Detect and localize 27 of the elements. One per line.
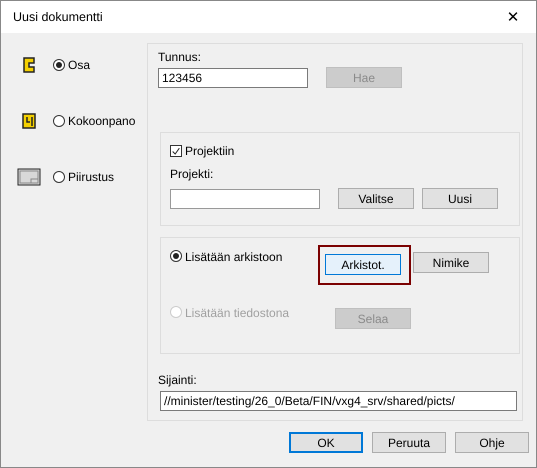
input-field[interactable]: 123456 xyxy=(158,68,308,88)
radio-label: Lisätään tiedostona xyxy=(185,306,290,320)
radio-button[interactable] xyxy=(170,250,182,262)
radio-label: Piirustus xyxy=(68,170,114,184)
field-label: Sijainti: xyxy=(158,373,198,387)
dialog-button[interactable]: OK xyxy=(289,432,363,453)
dialog-button[interactable]: Ohje xyxy=(455,432,529,453)
radio-button[interactable] xyxy=(53,171,65,183)
radio-button[interactable] xyxy=(53,59,65,71)
input-field[interactable] xyxy=(170,188,320,208)
radio-label: Osa xyxy=(68,58,90,72)
checkbox-label: Projektiin xyxy=(185,144,234,158)
close-button[interactable]: ✕ xyxy=(490,1,536,33)
field-label: Projekti: xyxy=(170,167,214,181)
dialog-button[interactable]: Nimike xyxy=(413,252,489,273)
sheet-icon xyxy=(17,168,41,186)
checkbox[interactable] xyxy=(170,145,182,157)
window-title: Uusi dokumentti xyxy=(13,10,103,24)
dialog-button[interactable]: Peruuta xyxy=(372,432,446,453)
radio-label: Kokoonpano xyxy=(68,114,136,128)
field-label: Tunnus: xyxy=(158,50,202,64)
radio-label: Lisätään arkistoon xyxy=(185,250,282,264)
path-field[interactable]: //minister/testing/26_0/Beta/FIN/vxg4_srv/shared/picts/ xyxy=(160,391,517,411)
dialog-button[interactable]: Arkistot. xyxy=(325,254,401,275)
dialog-button[interactable]: Uusi xyxy=(422,188,498,209)
radio-button[interactable] xyxy=(53,115,65,127)
dialog-button[interactable]: Valitse xyxy=(338,188,414,209)
